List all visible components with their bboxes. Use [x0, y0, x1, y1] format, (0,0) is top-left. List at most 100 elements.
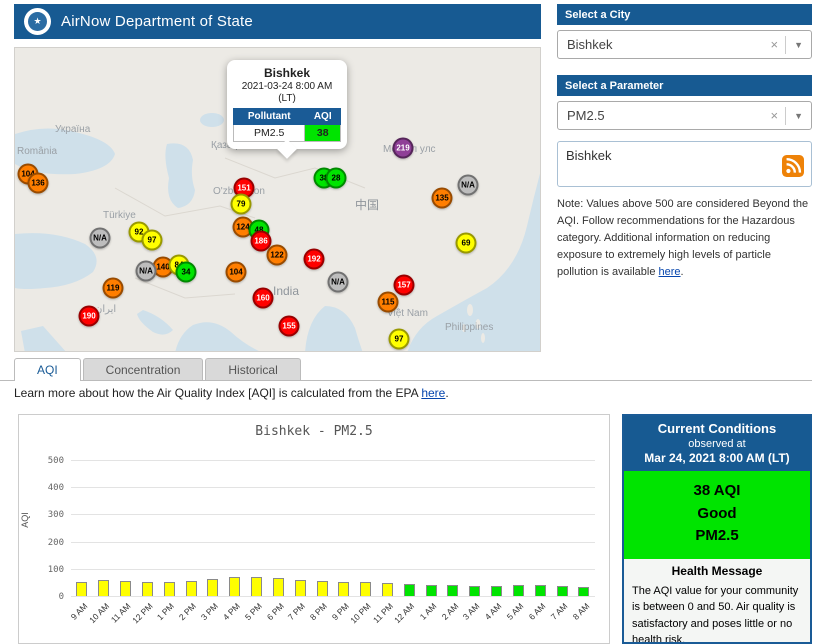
aqi-marker[interactable]: 34 [176, 262, 197, 283]
note-after: . [681, 266, 684, 278]
chart-bar-slot: 11 AM [115, 461, 137, 597]
tab-historical[interactable]: Historical [205, 358, 300, 380]
chart-bar-slot: 3 AM [464, 461, 486, 597]
chart-bar-slot: 12 PM [136, 461, 158, 597]
chart-bar[interactable] [164, 582, 175, 598]
map-popup[interactable]: Bishkek 2021-03-24 8:00 AM (LT) Pollutan… [227, 60, 347, 149]
y-axis-tick: 300 [48, 510, 64, 520]
note-link[interactable]: here [659, 266, 681, 278]
chart-title: Bishkek - PM2.5 [19, 424, 609, 439]
chart-bar[interactable] [317, 581, 328, 597]
y-axis-tick: 100 [48, 565, 64, 575]
parameter-select[interactable]: PM2.5 × ▼ [557, 101, 812, 130]
city-select[interactable]: Bishkek × ▼ [557, 30, 812, 59]
aqi-marker[interactable]: 97 [389, 329, 410, 350]
rss-city-label: Bishkek [566, 148, 612, 163]
aqi-category: Good [628, 503, 806, 526]
gridline [71, 460, 595, 461]
gridline [71, 596, 595, 597]
x-axis-label: 3 PM [199, 601, 220, 622]
aqi-marker[interactable]: 157 [394, 275, 415, 296]
chart-bar[interactable] [338, 582, 349, 598]
chart-bar-slot: 9 AM [71, 461, 93, 597]
chart-plot: 9 AM10 AM11 AM12 PM1 PM2 PM3 PM4 PM5 PM6… [71, 461, 595, 597]
aqi-marker-na[interactable]: N/A [90, 228, 111, 249]
aqi-marker[interactable]: 160 [253, 288, 274, 309]
aqi-marker[interactable]: 122 [267, 245, 288, 266]
x-axis-label: 10 AM [87, 601, 111, 625]
select-city-header: Select a City [557, 4, 812, 25]
aqi-marker-na[interactable]: N/A [328, 272, 349, 293]
aqi-summary-box: 38 AQI Good PM2.5 [624, 471, 810, 559]
popup-table: Pollutant AQI PM2.5 38 [233, 108, 341, 142]
x-axis-label: 11 AM [109, 601, 133, 625]
current-conditions-title: Current Conditions [628, 421, 806, 436]
aqi-marker[interactable]: 190 [79, 306, 100, 327]
epa-link[interactable]: here [421, 386, 445, 400]
aqi-bar-chart: Bishkek - PM2.5 AQI 9 AM10 AM11 AM12 PM1… [18, 414, 610, 644]
chart-bar-slot: 1 AM [420, 461, 442, 597]
x-axis-label: 7 PM [286, 601, 307, 622]
x-axis-label: 6 PM [264, 601, 285, 622]
aqi-marker[interactable]: 79 [231, 194, 252, 215]
chart-bar-slot: 3 PM [202, 461, 224, 597]
map-country-label: 中国 [355, 196, 379, 213]
aqi-marker-na[interactable]: N/A [136, 261, 157, 282]
chart-bar-slot: 8 AM [573, 461, 595, 597]
aqi-marker[interactable]: 69 [456, 233, 477, 254]
gridline [71, 569, 595, 570]
popup-col-pollutant: Pollutant [234, 109, 305, 125]
aqi-marker-na[interactable]: N/A [458, 175, 479, 196]
chart-bar[interactable] [251, 577, 262, 597]
x-axis-label: 9 AM [68, 601, 89, 622]
city-select-value: Bishkek [567, 37, 613, 52]
state-department-seal-icon: ★ [24, 8, 51, 35]
chart-bar[interactable] [229, 577, 240, 597]
x-axis-label: 5 AM [505, 601, 526, 622]
aqi-marker[interactable]: 97 [142, 230, 163, 251]
chart-bar[interactable] [273, 578, 284, 597]
chart-bar[interactable] [120, 581, 131, 597]
chart-bar[interactable] [142, 582, 153, 597]
aqi-marker[interactable]: 219 [393, 138, 414, 159]
aqi-map[interactable]: УкраїнаRomâniaTürkiyeҚазақстанO'zbekisto… [14, 47, 541, 352]
note-text: Note: Values above 500 are considered Be… [557, 196, 809, 281]
parameter-clear-icon[interactable]: × [763, 108, 785, 123]
aqi-marker[interactable]: 136 [28, 173, 49, 194]
chart-bar[interactable] [186, 581, 197, 597]
tab-concentration[interactable]: Concentration [83, 358, 204, 380]
rss-icon[interactable] [782, 155, 804, 180]
chart-bar-slot: 2 AM [442, 461, 464, 597]
chart-bar[interactable] [360, 582, 371, 597]
aqi-marker[interactable]: 115 [378, 292, 399, 313]
learn-more-after: . [445, 386, 448, 400]
chart-bar-slot: 7 PM [289, 461, 311, 597]
chart-bar-slot: 9 PM [333, 461, 355, 597]
map-country-label: Україна [55, 124, 90, 135]
chart-bar-slot: 2 PM [180, 461, 202, 597]
city-clear-icon[interactable]: × [763, 37, 785, 52]
chart-bar[interactable] [76, 582, 87, 597]
gridline [71, 542, 595, 543]
select-parameter-header: Select a Parameter [557, 75, 812, 96]
aqi-marker[interactable]: 135 [432, 188, 453, 209]
current-conditions-panel: Current Conditions observed at Mar 24, 2… [622, 414, 812, 644]
aqi-marker[interactable]: 155 [279, 316, 300, 337]
chart-bar[interactable] [207, 579, 218, 597]
aqi-marker[interactable]: 104 [226, 262, 247, 283]
chart-bar[interactable] [98, 580, 109, 597]
popup-lt: (LT) [233, 93, 341, 104]
chart-bar[interactable] [382, 583, 393, 597]
aqi-marker[interactable]: 119 [103, 278, 124, 299]
aqi-marker[interactable]: 28 [326, 168, 347, 189]
parameter-caret-down-icon[interactable]: ▼ [786, 111, 811, 121]
x-axis-label: 10 PM [348, 601, 372, 625]
chart-bar-slot: 10 AM [93, 461, 115, 597]
city-caret-down-icon[interactable]: ▼ [786, 40, 811, 50]
tab-aqi[interactable]: AQI [14, 358, 81, 381]
aqi-marker[interactable]: 192 [304, 249, 325, 270]
x-axis-label: 7 AM [548, 601, 569, 622]
x-axis-label: 4 PM [221, 601, 242, 622]
chart-bar[interactable] [295, 580, 306, 597]
x-axis-label: 11 PM [371, 601, 395, 625]
